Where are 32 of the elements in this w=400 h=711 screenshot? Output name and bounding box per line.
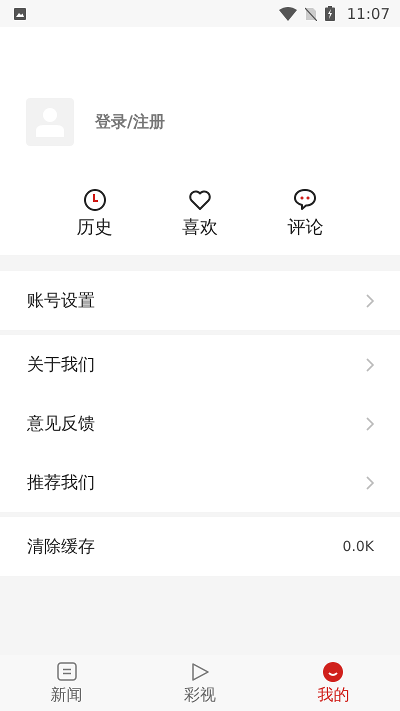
menu-label: 推荐我们 [27, 472, 95, 494]
login-link[interactable]: 登录/注册 [95, 112, 165, 132]
menu-label: 意见反馈 [27, 413, 95, 435]
menu-label: 清除缓存 [27, 536, 95, 558]
tab[interactable]: 我的 [283, 655, 384, 711]
chevron-right-icon [366, 416, 374, 430]
wifi-icon [278, 6, 297, 20]
menu-item[interactable]: 清除缓存 0.0K [0, 517, 400, 576]
chevron-right-icon [366, 294, 374, 308]
tab[interactable]: 彩视 [150, 655, 250, 711]
chevron-right-icon [366, 358, 374, 372]
shortcut-button[interactable]: 喜欢 [182, 188, 218, 239]
status-time: 11:07 [346, 4, 390, 22]
menu-item[interactable]: 推荐我们 [0, 453, 400, 512]
news-icon [56, 660, 78, 682]
shortcut-button[interactable]: 历史 [76, 188, 113, 239]
menu-label: 关于我们 [27, 354, 95, 376]
no-sim-icon [304, 6, 317, 20]
menu-item[interactable]: 关于我们 [0, 335, 400, 394]
heart-icon [188, 188, 212, 212]
comment-icon [293, 188, 318, 212]
chevron-right-icon [366, 476, 374, 490]
smile-icon [322, 660, 344, 682]
clock-icon [82, 188, 107, 212]
menu-label: 账号设置 [27, 290, 95, 312]
cache-size: 0.0K [342, 538, 374, 554]
tab[interactable]: 新闻 [16, 655, 117, 711]
shortcut-button[interactable]: 评论 [287, 188, 324, 239]
image-icon [13, 6, 27, 20]
menu-item[interactable]: 账号设置 [0, 271, 400, 330]
battery-icon [324, 6, 335, 21]
menu-item[interactable]: 意见反馈 [0, 394, 400, 453]
